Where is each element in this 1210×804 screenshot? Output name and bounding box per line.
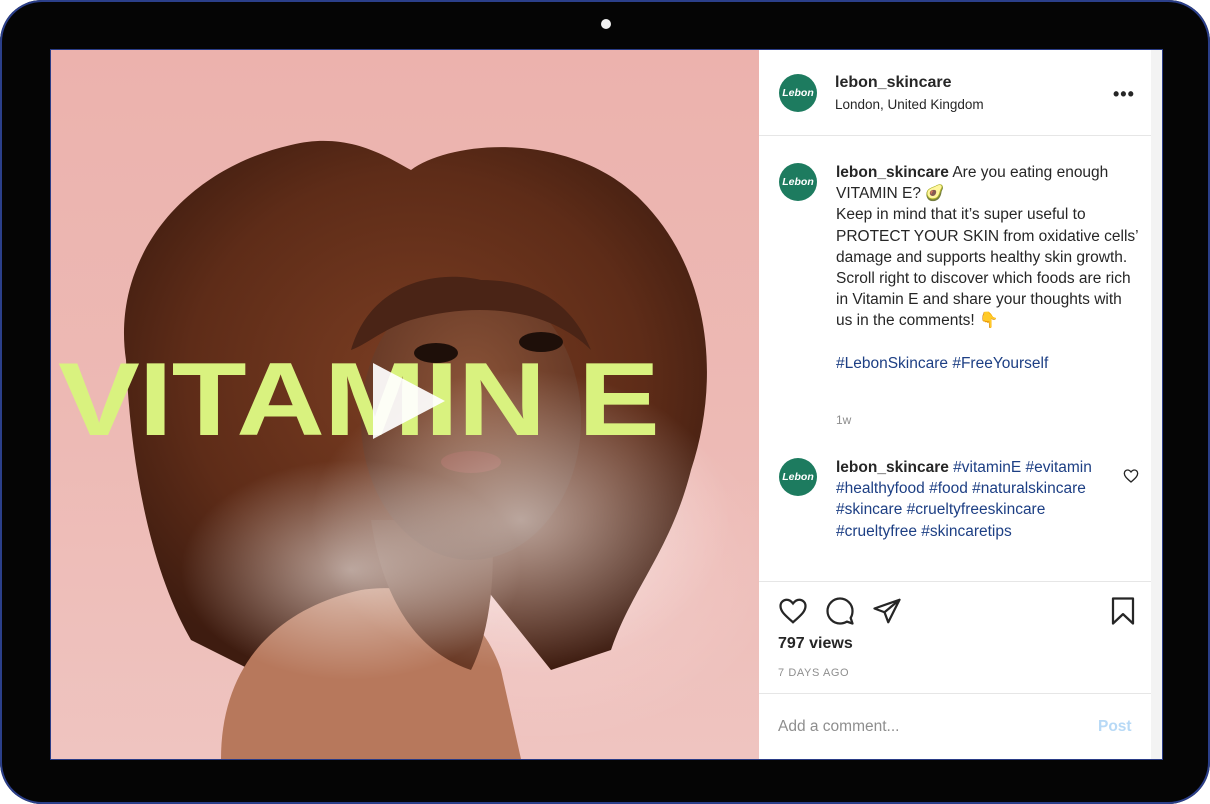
post-date[interactable]: 7 DAYS AGO [778,667,849,679]
tablet-frame: VITAMIN E Lebon lebon_skincare London, U… [0,0,1210,804]
heart-icon[interactable] [778,596,808,626]
bookmark-icon[interactable] [1108,596,1138,626]
caption-username[interactable]: lebon_skincare [836,164,949,181]
caption-line-2: Keep in mind that it’s super useful to P… [836,206,1139,266]
caption: lebon_skincare Are you eating enough VIT… [836,162,1141,374]
panel-edge [1151,50,1162,759]
share-icon[interactable] [872,596,902,626]
comment-avatar[interactable]: Lebon [779,458,817,496]
divider [759,581,1151,582]
caption-line-3: Scroll right to discover which foods are… [836,270,1131,330]
comment: lebon_skincare #vitaminE #evitamin #heal… [836,457,1116,542]
header-username[interactable]: lebon_skincare [835,74,952,92]
comment-input[interactable] [778,718,1058,736]
view-count[interactable]: 797 views [778,635,853,653]
avatar[interactable]: Lebon [779,74,817,112]
divider [759,135,1151,136]
camera-dot [601,19,611,29]
caption-timestamp[interactable]: 1w [836,413,851,427]
divider [759,693,1151,694]
caption-avatar[interactable]: Lebon [779,163,817,201]
more-options-icon[interactable]: ••• [1113,84,1135,105]
post-media[interactable]: VITAMIN E [51,50,759,759]
like-comment-heart-icon[interactable] [1123,468,1139,484]
post-button[interactable]: Post [1098,718,1132,736]
comment-icon[interactable] [825,596,855,626]
header-location[interactable]: London, United Kingdom [835,97,984,112]
instagram-post-window: VITAMIN E Lebon lebon_skincare London, U… [50,49,1163,760]
post-side-panel: Lebon lebon_skincare London, United King… [759,50,1151,759]
comment-username[interactable]: lebon_skincare [836,459,949,476]
caption-hashtags[interactable]: #LebonSkincare #FreeYourself [836,353,1141,374]
play-icon[interactable] [373,363,445,439]
